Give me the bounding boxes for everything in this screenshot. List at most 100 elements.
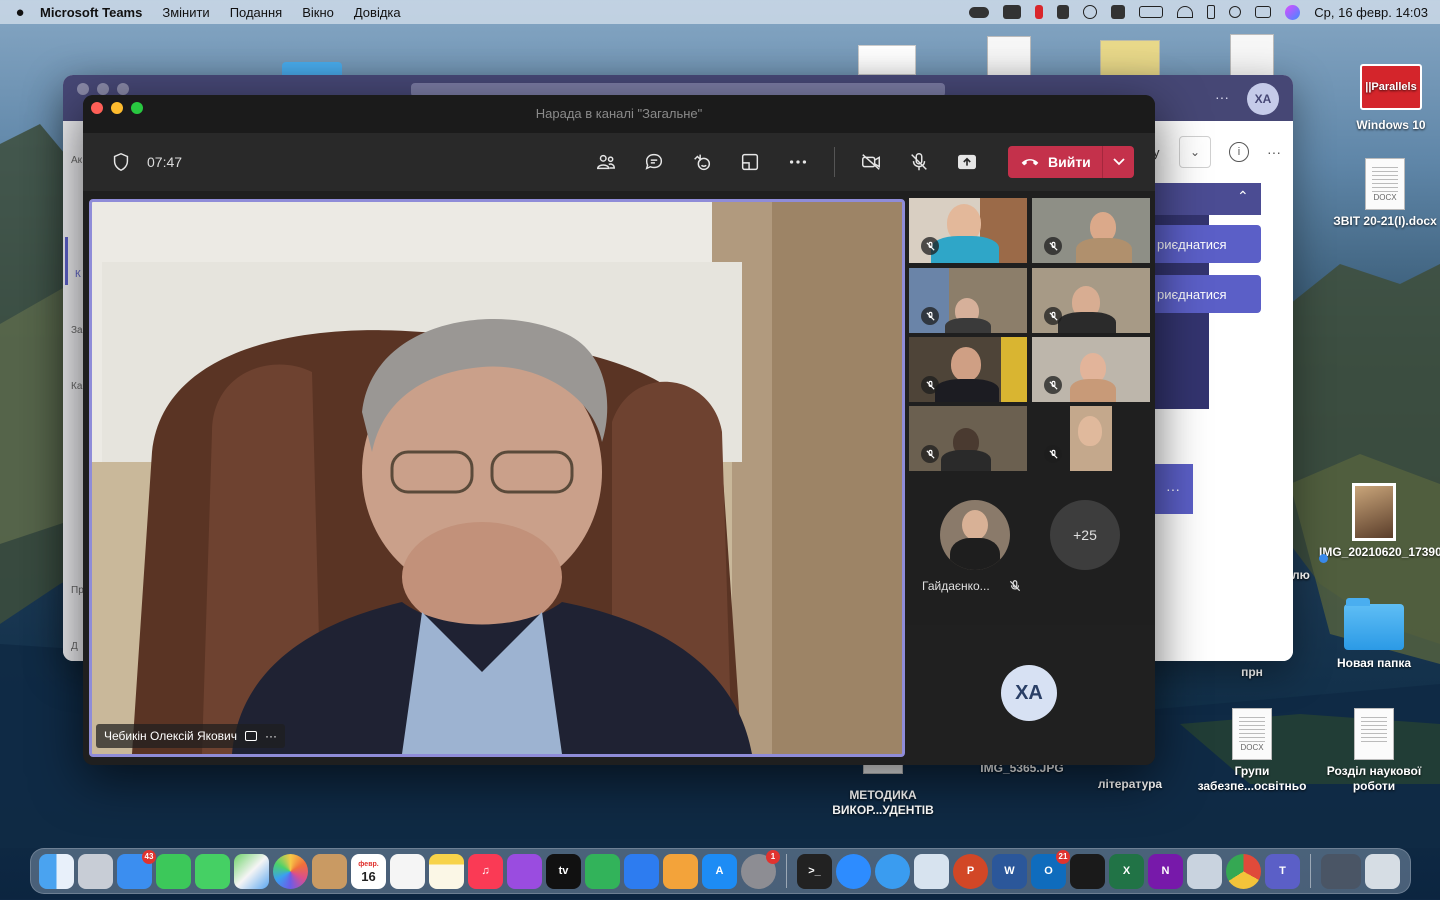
maps-icon[interactable] <box>234 853 269 889</box>
wifi-icon[interactable] <box>1177 6 1194 18</box>
system-preferences-icon[interactable]: 1 <box>741 849 780 889</box>
contacts-icon[interactable] <box>312 853 347 889</box>
desktop-file-metodyka[interactable]: МЕТОДИКА ВИКОР...УДЕНТІВ <box>828 756 938 818</box>
desktop-doc-grupy[interactable]: DOCX Групи забезпе...освітньо <box>1197 708 1307 794</box>
apple-tv-icon[interactable]: tv <box>546 853 581 889</box>
desktop-image-file[interactable]: IMG_20210620_173907.jpg <box>1319 483 1440 560</box>
desktop-doc-zvit[interactable]: DOCX ЗВІТ 20-21(І).docx <box>1330 158 1440 229</box>
leave-button[interactable]: Вийти <box>1008 146 1134 178</box>
play-icon[interactable] <box>1083 5 1098 19</box>
self-avatar[interactable]: ХА <box>1001 665 1057 721</box>
desktop-thumb-1[interactable] <box>858 45 916 75</box>
facetime-icon[interactable] <box>156 853 191 889</box>
launchpad-icon[interactable] <box>78 853 113 889</box>
menu-item-help[interactable]: Довідка <box>354 5 401 20</box>
podcasts-icon[interactable] <box>507 853 542 889</box>
avatar[interactable] <box>940 500 1010 570</box>
reminders-icon[interactable] <box>390 853 425 889</box>
mail-icon[interactable]: 43 <box>117 849 156 889</box>
search-icon[interactable] <box>1229 6 1242 18</box>
participant-tile-3[interactable] <box>909 268 1027 333</box>
photos-icon[interactable] <box>273 853 308 889</box>
teams-icon[interactable]: T <box>1265 853 1300 889</box>
rail-item[interactable]: Пр <box>71 585 84 596</box>
more-participants-button[interactable]: +25 <box>1050 500 1120 570</box>
shield-icon[interactable] <box>110 151 132 173</box>
menu-item-view[interactable]: Подання <box>230 5 283 20</box>
tools-icon[interactable] <box>1057 5 1070 19</box>
close-button[interactable] <box>91 102 103 114</box>
more-options-button[interactable]: ··· <box>1153 464 1193 514</box>
rail-item[interactable]: Д <box>71 641 78 652</box>
preview-icon[interactable] <box>914 853 949 889</box>
desktop-thumb-2[interactable] <box>987 36 1031 76</box>
participant-tile-2[interactable] <box>1032 198 1150 263</box>
mic-off-icon[interactable] <box>908 151 930 173</box>
outlook-icon[interactable]: O 21 <box>1031 849 1070 889</box>
menu-item-edit[interactable]: Змінити <box>162 5 209 20</box>
powerpoint-icon[interactable]: P <box>953 853 988 889</box>
join-button[interactable]: риєднатися <box>1153 225 1261 263</box>
notes-icon[interactable] <box>429 853 464 889</box>
trash-icon[interactable] <box>1365 853 1400 889</box>
minimize-button[interactable] <box>111 102 123 114</box>
bluetooth-icon[interactable] <box>1207 5 1216 19</box>
chrome-icon[interactable] <box>1226 853 1261 889</box>
control-center-icon[interactable] <box>1255 6 1272 18</box>
avatar[interactable]: ХА <box>1247 83 1279 115</box>
join-button-2[interactable]: риєднатися <box>1153 275 1261 313</box>
rail-item[interactable]: К <box>75 269 81 280</box>
more-icon[interactable]: ··· <box>265 729 277 743</box>
dropdown-chevron-icon[interactable]: ⌄ <box>1179 136 1211 168</box>
music-icon[interactable]: ♫ <box>468 853 503 889</box>
participant-tile-4[interactable] <box>1032 268 1150 333</box>
numbers-icon[interactable] <box>585 853 620 889</box>
more-icon[interactable]: ··· <box>1215 89 1229 105</box>
rooms-icon[interactable] <box>739 151 761 173</box>
cloud-icon[interactable] <box>969 6 990 18</box>
pages-icon[interactable] <box>663 853 698 889</box>
excel-icon[interactable]: X <box>1109 853 1144 889</box>
calendar-icon[interactable]: февр. 16 <box>351 853 386 889</box>
main-video-stage[interactable]: Чебикін Олексій Якович ··· <box>89 199 905 757</box>
participant-tile-8[interactable] <box>1032 406 1150 471</box>
desktop-doc-rozdil[interactable]: Розділ наукової роботи <box>1319 708 1429 794</box>
terminal-icon[interactable]: >_ <box>797 853 832 889</box>
onenote-icon[interactable]: N <box>1148 853 1183 889</box>
share-icon[interactable] <box>956 151 978 173</box>
close-button[interactable] <box>77 83 89 95</box>
zoom-icon[interactable] <box>836 853 871 889</box>
leave-options-chevron-icon[interactable] <box>1103 158 1134 166</box>
desktop-folder-top[interactable] <box>282 62 342 76</box>
camera-off-icon[interactable] <box>860 151 882 173</box>
participant-tile-6[interactable] <box>1032 337 1150 402</box>
downloads-stack-icon[interactable] <box>1321 853 1361 889</box>
desktop-thumb-3[interactable] <box>1100 40 1160 76</box>
safari-icon[interactable] <box>875 853 910 889</box>
desktop-file-prn[interactable]: прн <box>1197 665 1307 680</box>
participant-tile-7[interactable] <box>909 406 1027 471</box>
reactions-icon[interactable] <box>691 151 713 173</box>
zoom-button[interactable] <box>117 83 129 95</box>
keynote-icon[interactable] <box>624 853 659 889</box>
rail-item[interactable]: Ка <box>71 381 82 392</box>
desktop-file-literatura[interactable]: література <box>1075 777 1185 792</box>
parallels-icon[interactable] <box>1035 5 1044 19</box>
siri-icon[interactable] <box>1285 4 1301 20</box>
chevron-up-icon[interactable]: ⌃ <box>1237 188 1249 205</box>
participant-tile-5[interactable] <box>909 337 1027 402</box>
more-icon[interactable]: ··· <box>1267 144 1281 160</box>
minimize-button[interactable] <box>97 83 109 95</box>
messages-icon[interactable] <box>195 853 230 889</box>
apple-icon[interactable]: ● <box>0 4 40 21</box>
info-icon[interactable]: i <box>1229 142 1249 162</box>
more-icon[interactable] <box>787 151 809 173</box>
participant-tile-1[interactable] <box>909 198 1027 263</box>
zoom-button[interactable] <box>131 102 143 114</box>
menu-app-name[interactable]: Microsoft Teams <box>40 5 142 20</box>
parallels-desktop-icon[interactable] <box>1187 853 1222 889</box>
desktop-new-folder[interactable]: Новая папка <box>1319 598 1429 671</box>
app-store-icon[interactable]: A <box>702 853 737 889</box>
activity-monitor-icon[interactable] <box>1070 853 1105 889</box>
rail-item[interactable]: За <box>71 325 83 336</box>
